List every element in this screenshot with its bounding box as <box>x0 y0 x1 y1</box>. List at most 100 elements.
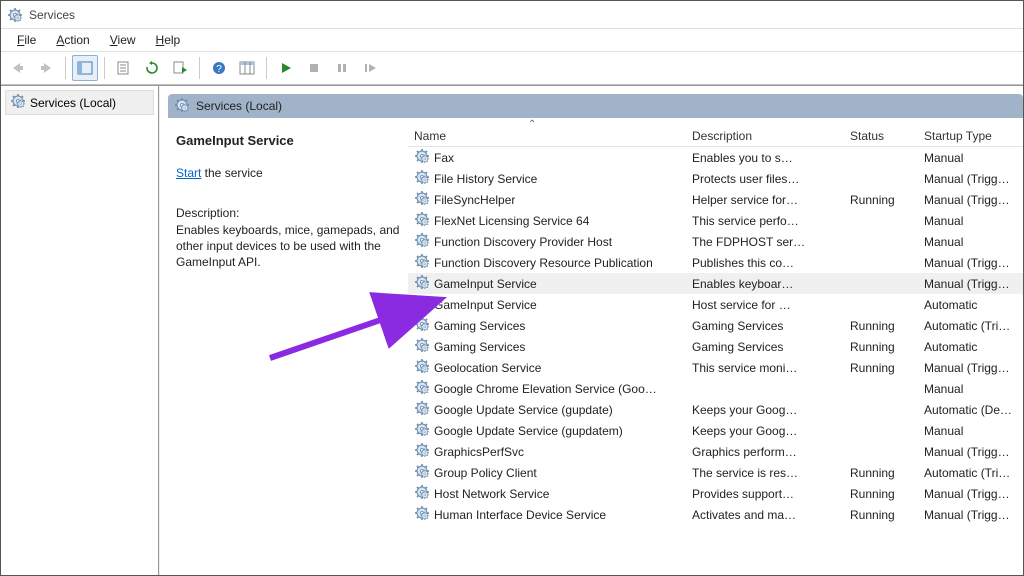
service-status: Running <box>844 466 918 480</box>
service-row[interactable]: Geolocation Service This service moni…Run… <box>408 357 1023 378</box>
menu-action[interactable]: Action <box>48 31 97 49</box>
column-header-status[interactable]: Status <box>844 129 918 143</box>
service-description: Keeps your Goog… <box>686 424 844 438</box>
services-icon <box>10 93 26 112</box>
toolbar-separator <box>65 57 66 79</box>
export-list-button[interactable] <box>167 55 193 81</box>
service-name: Geolocation Service <box>434 361 541 375</box>
service-gear-icon <box>414 505 430 524</box>
start-service-button[interactable] <box>273 55 299 81</box>
service-startup: Manual (Trigg… <box>918 487 1023 501</box>
service-gear-icon <box>414 253 430 272</box>
services-list-rows: FaxEnables you to s…ManualFile History S… <box>408 147 1023 525</box>
service-row[interactable]: GameInput Service Host service for … Autom… <box>408 294 1023 315</box>
service-name: Fax <box>434 151 454 165</box>
columns-button[interactable] <box>234 55 260 81</box>
service-status: Running <box>844 319 918 333</box>
service-description: Gaming Services <box>686 340 844 354</box>
service-row[interactable]: GameInput ServiceEnables keyboar…Manual … <box>408 273 1023 294</box>
service-row[interactable]: FaxEnables you to s…Manual <box>408 147 1023 168</box>
menu-view[interactable]: View <box>102 31 144 49</box>
service-gear-icon <box>414 337 430 356</box>
sidebar-node-label: Services (Local) <box>30 96 116 110</box>
toolbar: ? <box>1 51 1023 85</box>
service-name: Human Interface Device Service <box>434 508 606 522</box>
service-description: Keeps your Goog… <box>686 403 844 417</box>
column-header-name[interactable]: Name <box>408 129 686 143</box>
service-gear-icon <box>414 442 430 461</box>
window-titlebar: Services <box>1 1 1023 29</box>
show-hide-tree-button[interactable] <box>72 55 98 81</box>
service-row[interactable]: FlexNet Licensing Service 64This service… <box>408 210 1023 231</box>
selected-service-title: GameInput Service <box>176 133 400 148</box>
service-description: Host service for … <box>686 298 844 312</box>
service-status: Running <box>844 361 918 375</box>
service-gear-icon <box>414 379 430 398</box>
service-startup: Manual (Trigg… <box>918 445 1023 459</box>
forward-button[interactable] <box>33 55 59 81</box>
service-description: The FDPHOST ser… <box>686 235 844 249</box>
start-service-link[interactable]: Start <box>176 166 201 180</box>
service-gear-icon <box>414 421 430 440</box>
service-row[interactable]: Gaming ServicesGaming ServicesRunningAut… <box>408 336 1023 357</box>
service-gear-icon <box>414 211 430 230</box>
description-body: Enables keyboards, mice, gamepads, and o… <box>176 222 400 271</box>
stop-service-button[interactable] <box>301 55 327 81</box>
service-row[interactable]: File History ServiceProtects user files…… <box>408 168 1023 189</box>
service-row[interactable]: FileSyncHelperHelper service for…Running… <box>408 189 1023 210</box>
restart-service-button[interactable] <box>357 55 383 81</box>
services-list-pane: ⌃ Name Description Status Startup Type F… <box>408 119 1023 575</box>
service-row[interactable]: Host Network ServiceProvides support…Run… <box>408 483 1023 504</box>
service-row[interactable]: Google Update Service (gupdatem)Keeps yo… <box>408 420 1023 441</box>
service-description: Activates and ma… <box>686 508 844 522</box>
service-startup: Manual <box>918 235 1023 249</box>
service-row[interactable]: Gaming ServicesGaming ServicesRunningAut… <box>408 315 1023 336</box>
service-gear-icon <box>414 463 430 482</box>
service-row[interactable]: Google Update Service (gupdate)Keeps you… <box>408 399 1023 420</box>
service-row[interactable]: Function Discovery Provider Host The FDPH… <box>408 231 1023 252</box>
service-startup: Manual (Trigg… <box>918 508 1023 522</box>
service-startup: Manual (Trigg… <box>918 172 1023 186</box>
service-name: Host Network Service <box>434 487 549 501</box>
column-header-startup[interactable]: Startup Type <box>918 129 1023 143</box>
service-name: GameInput Service <box>434 298 537 312</box>
list-column-headers: ⌃ Name Description Status Startup Type <box>408 119 1023 147</box>
navigation-sidebar: Services (Local) <box>1 86 159 575</box>
service-row[interactable]: GraphicsPerfSvcGraphics perform…Manual (… <box>408 441 1023 462</box>
help-button[interactable]: ? <box>206 55 232 81</box>
service-row[interactable]: Function Discovery Resource PublicationP… <box>408 252 1023 273</box>
service-description: Enables keyboar… <box>686 277 844 291</box>
service-description: This service perfo… <box>686 214 844 228</box>
service-name: Google Chrome Elevation Service (Goo… <box>434 382 657 396</box>
refresh-button[interactable] <box>139 55 165 81</box>
service-details-pane: GameInput Service Start the service Desc… <box>168 119 408 575</box>
service-row[interactable]: Group Policy ClientThe service is res…Ru… <box>408 462 1023 483</box>
service-status: Running <box>844 508 918 522</box>
service-row[interactable]: Human Interface Device Service Activates … <box>408 504 1023 525</box>
service-gear-icon <box>414 190 430 209</box>
pause-service-button[interactable] <box>329 55 355 81</box>
service-description: Gaming Services <box>686 319 844 333</box>
service-startup: Automatic (Tri… <box>918 319 1023 333</box>
back-button[interactable] <box>5 55 31 81</box>
service-startup: Manual (Trigg… <box>918 277 1023 291</box>
service-startup: Automatic (De… <box>918 403 1023 417</box>
service-row[interactable]: Google Chrome Elevation Service (Goo…Man… <box>408 378 1023 399</box>
sidebar-node-services-local[interactable]: Services (Local) <box>5 90 154 115</box>
service-name: GraphicsPerfSvc <box>434 445 524 459</box>
column-header-description[interactable]: Description <box>686 129 844 143</box>
service-startup: Automatic <box>918 298 1023 312</box>
service-description: This service moni… <box>686 361 844 375</box>
services-icon <box>174 97 190 116</box>
service-name: Function Discovery Resource Publication <box>434 256 653 270</box>
sort-caret-icon: ⌃ <box>528 119 536 130</box>
service-name: Function Discovery Provider Host <box>434 235 612 249</box>
menu-file[interactable]: File <box>9 31 44 49</box>
service-gear-icon <box>414 169 430 188</box>
service-startup: Manual <box>918 214 1023 228</box>
properties-button[interactable] <box>111 55 137 81</box>
toolbar-separator <box>104 57 105 79</box>
toolbar-separator <box>199 57 200 79</box>
service-gear-icon <box>414 484 430 503</box>
menu-help[interactable]: Help <box>148 31 189 49</box>
